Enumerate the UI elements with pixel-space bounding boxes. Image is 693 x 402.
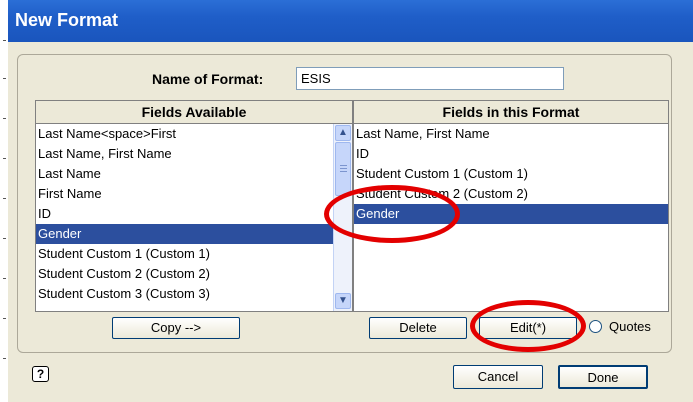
fields-available-header: Fields Available bbox=[36, 101, 352, 124]
scroll-thumb[interactable] bbox=[335, 142, 351, 196]
list-item[interactable]: Last Name, First Name bbox=[36, 144, 352, 164]
edit-button[interactable]: Edit(*) bbox=[479, 317, 577, 339]
list-item[interactable]: Student Custom 2 (Custom 2) bbox=[36, 264, 352, 284]
format-name-label: Name of Format: bbox=[152, 71, 264, 87]
scroll-down-icon[interactable]: ▼ bbox=[335, 293, 351, 309]
list-item[interactable]: Last Name bbox=[36, 164, 352, 184]
fields-in-format-header: Fields in this Format bbox=[354, 101, 668, 124]
done-button[interactable]: Done bbox=[558, 365, 648, 389]
scroll-up-icon[interactable]: ▲ bbox=[335, 125, 351, 141]
fields-in-format-list[interactable]: Last Name, First Name ID Student Custom … bbox=[354, 124, 668, 224]
list-item-selected[interactable]: Gender bbox=[354, 204, 668, 224]
list-item[interactable]: Last Name, First Name bbox=[354, 124, 668, 144]
title-bar[interactable]: New Format bbox=[8, 0, 693, 42]
window-title: New Format bbox=[15, 10, 119, 30]
list-item[interactable]: ID bbox=[354, 144, 668, 164]
list-item[interactable]: Student Custom 1 (Custom 1) bbox=[36, 244, 352, 264]
fields-available-panel: Fields Available Last Name<space>First L… bbox=[35, 100, 353, 312]
list-item[interactable]: Student Custom 3 (Custom 3) bbox=[36, 284, 352, 304]
list-item[interactable]: Student Custom 2 (Custom 2) bbox=[354, 184, 668, 204]
list-item[interactable]: Last Name<space>First bbox=[36, 124, 352, 144]
list-item[interactable]: Student Custom 1 (Custom 1) bbox=[354, 164, 668, 184]
list-item[interactable]: ID bbox=[36, 204, 352, 224]
fields-available-list[interactable]: Last Name<space>First Last Name, First N… bbox=[36, 124, 352, 304]
list-item[interactable]: First Name bbox=[36, 184, 352, 204]
help-icon[interactable]: ? bbox=[32, 366, 49, 382]
cancel-button[interactable]: Cancel bbox=[453, 365, 543, 389]
format-name-input[interactable]: ESIS bbox=[296, 67, 564, 90]
copy-button[interactable]: Copy --> bbox=[112, 317, 240, 339]
vertical-scrollbar[interactable]: ▲ ▼ bbox=[333, 124, 352, 311]
left-edge-marks bbox=[0, 0, 8, 402]
fields-in-format-panel: Fields in this Format Last Name, First N… bbox=[353, 100, 669, 312]
list-item-selected[interactable]: Gender bbox=[36, 224, 334, 244]
delete-button[interactable]: Delete bbox=[369, 317, 467, 339]
quotes-label: Quotes bbox=[609, 319, 651, 334]
quotes-radio[interactable] bbox=[589, 320, 602, 333]
